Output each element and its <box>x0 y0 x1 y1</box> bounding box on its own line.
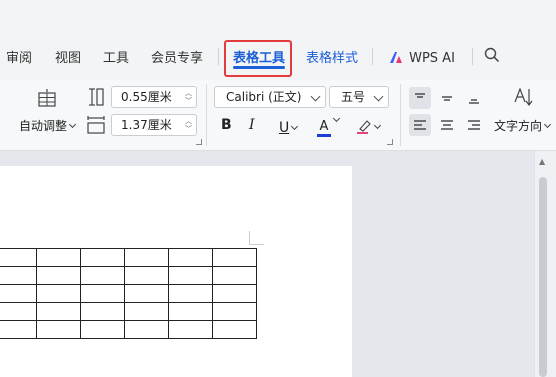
bold-button[interactable]: B <box>221 117 232 133</box>
font-color-bar <box>317 134 331 137</box>
chevron-down-icon <box>332 114 341 123</box>
table-cell[interactable] <box>168 320 213 339</box>
tab-view[interactable]: 视图 <box>55 47 81 66</box>
table-cell[interactable] <box>212 302 257 321</box>
table-cell[interactable] <box>80 248 125 267</box>
table-cell[interactable] <box>212 248 257 267</box>
table-row <box>0 320 257 339</box>
table-cell[interactable] <box>80 320 125 339</box>
align-bottom-button[interactable] <box>463 87 485 109</box>
table-cell[interactable] <box>80 284 125 303</box>
chevron-down-icon <box>291 122 299 131</box>
chevron-down-icon <box>373 91 384 102</box>
table-cell[interactable] <box>36 266 81 285</box>
table-row <box>0 302 257 321</box>
table-cell[interactable] <box>36 320 81 339</box>
tab-review[interactable]: 审阅 <box>6 47 32 66</box>
search-icon[interactable] <box>484 47 500 67</box>
spin-arrows-icon[interactable]: ︿ ﹀ <box>185 117 192 133</box>
table-cell[interactable] <box>36 248 81 267</box>
table-cell[interactable] <box>124 320 169 339</box>
table-cell[interactable] <box>80 302 125 321</box>
table-cell[interactable] <box>0 284 37 303</box>
row-height-icon <box>87 88 105 110</box>
table-cell[interactable] <box>0 266 37 285</box>
table-cell[interactable] <box>36 284 81 303</box>
table-cell[interactable] <box>124 248 169 267</box>
autofit-label: 自动调整 <box>19 119 68 133</box>
text-direction-label: 文字方向 <box>494 119 543 133</box>
tab-table-style[interactable]: 表格样式 <box>306 47 358 66</box>
table-row <box>0 266 257 285</box>
font-name-select[interactable]: Calibri (正文) <box>214 86 326 108</box>
chevron-down-icon <box>310 91 321 102</box>
chevron-down-icon <box>543 120 552 129</box>
align-left-button[interactable] <box>409 114 431 136</box>
text-direction-icon[interactable] <box>512 86 534 112</box>
margin-marker <box>250 244 264 245</box>
table-cell[interactable] <box>168 284 213 303</box>
font-color-letter: A <box>319 119 329 134</box>
table-cell[interactable] <box>212 284 257 303</box>
wps-ai-logo-icon <box>390 52 402 63</box>
font-name-value: Calibri (正文) <box>226 90 302 104</box>
row-height-value: 0.55厘米 <box>121 90 172 104</box>
ribbon-separator <box>400 84 401 146</box>
wps-ai-label: WPS AI <box>409 51 455 66</box>
table-row <box>0 248 257 267</box>
table-cell[interactable] <box>168 266 213 285</box>
tab-separator <box>372 48 373 65</box>
col-width-value: 1.37厘米 <box>121 118 172 132</box>
table-row <box>0 284 257 303</box>
table-cell[interactable] <box>124 284 169 303</box>
row-height-input[interactable]: 0.55厘米 ︿ ﹀ <box>111 86 197 108</box>
underline-button[interactable]: U <box>279 117 299 136</box>
text-direction-button[interactable]: 文字方向 <box>494 117 552 134</box>
col-width-icon <box>87 116 105 138</box>
table-cell[interactable] <box>124 302 169 321</box>
table-grid[interactable] <box>0 248 257 339</box>
document-table[interactable] <box>0 248 257 339</box>
table-cell[interactable] <box>0 248 37 267</box>
scrollbar-thumb[interactable] <box>539 177 547 377</box>
tab-wps-ai[interactable]: WPS AI <box>388 47 455 66</box>
highlight-button[interactable] <box>356 116 382 135</box>
autofit-table-icon[interactable] <box>36 88 58 112</box>
dialog-launcher-icon[interactable] <box>196 139 202 145</box>
table-cell[interactable] <box>168 302 213 321</box>
table-cell[interactable] <box>124 266 169 285</box>
tab-separator <box>218 48 219 65</box>
margin-marker <box>249 231 250 245</box>
table-cell[interactable] <box>0 302 37 321</box>
italic-button[interactable]: I <box>249 117 255 133</box>
font-size-value: 五号 <box>341 90 366 104</box>
chevron-down-icon <box>68 120 77 129</box>
underline-letter: U <box>279 120 290 136</box>
table-cell[interactable] <box>212 320 257 339</box>
tab-member[interactable]: 会员专享 <box>151 47 203 66</box>
chevron-down-icon <box>373 121 382 130</box>
tab-tools[interactable]: 工具 <box>103 47 129 66</box>
col-width-input[interactable]: 1.37厘米 ︿ ﹀ <box>111 114 197 136</box>
font-size-select[interactable]: 五号 <box>329 86 389 108</box>
dialog-launcher-icon[interactable] <box>387 139 393 145</box>
table-cell[interactable] <box>36 302 81 321</box>
align-middle-button[interactable] <box>436 87 458 109</box>
tab-separator <box>472 48 473 65</box>
align-top-button[interactable] <box>409 87 431 109</box>
scroll-up-icon[interactable]: ▲ <box>539 157 545 166</box>
highlighter-icon <box>357 120 371 134</box>
autofit-button[interactable]: 自动调整 <box>19 117 77 134</box>
table-cell[interactable] <box>80 266 125 285</box>
ribbon-separator <box>206 84 207 146</box>
table-cell[interactable] <box>0 320 37 339</box>
table-cell[interactable] <box>168 248 213 267</box>
table-cell[interactable] <box>212 266 257 285</box>
tab-highlight-box <box>224 40 292 77</box>
align-center-button[interactable] <box>436 114 458 136</box>
font-color-button[interactable]: A <box>317 114 341 137</box>
spin-arrows-icon[interactable]: ︿ ﹀ <box>185 89 192 105</box>
align-right-button[interactable] <box>463 114 485 136</box>
